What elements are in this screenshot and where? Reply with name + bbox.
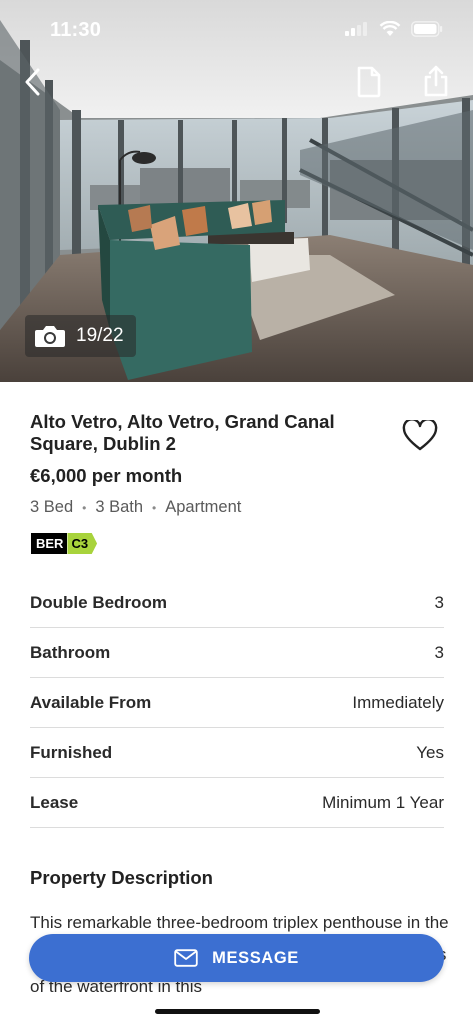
document-icon <box>357 66 381 98</box>
detail-row-available-from: Available From Immediately <box>30 678 444 728</box>
baths-count: 3 Bath <box>95 498 144 516</box>
detail-value: Immediately <box>352 692 444 712</box>
message-button-label: MESSAGE <box>212 948 299 967</box>
ber-rating: C3 <box>67 533 98 554</box>
envelope-icon <box>174 949 198 967</box>
details-table: Double Bedroom 3 Bathroom 3 Available Fr… <box>30 578 444 828</box>
status-time: 11:30 <box>50 19 102 41</box>
detail-value: 3 <box>434 592 444 612</box>
camera-icon <box>35 326 65 347</box>
favorite-button[interactable] <box>400 418 440 454</box>
listing-price: €6,000 per month <box>30 465 183 486</box>
detail-value: Minimum 1 Year <box>322 792 444 812</box>
detail-row-furnished: Furnished Yes <box>30 728 444 778</box>
ber-badge: BER C3 <box>31 533 98 554</box>
status-bar: 11:30 <box>0 0 473 60</box>
hero-photo[interactable]: 11:30 19/22 <box>0 0 473 382</box>
back-arrow-icon <box>25 68 40 96</box>
detail-label: Furnished <box>30 742 113 762</box>
share-icon <box>424 65 448 97</box>
meta-separator: • <box>152 500 157 515</box>
heart-outline-icon <box>402 420 438 451</box>
beds-count: 3 Bed <box>30 498 74 516</box>
detail-label: Double Bedroom <box>30 592 167 612</box>
status-icons <box>345 21 443 37</box>
detail-value: 3 <box>434 642 444 662</box>
detail-row-double-bedroom: Double Bedroom 3 <box>30 578 444 628</box>
detail-row-bathroom: Bathroom 3 <box>30 628 444 678</box>
photo-counter[interactable]: 19/22 <box>25 315 136 357</box>
cellular-signal-icon <box>345 22 367 36</box>
meta-separator: • <box>82 500 87 515</box>
message-button[interactable]: MESSAGE <box>29 934 444 982</box>
description-heading: Property Description <box>30 867 213 888</box>
listing-title: Alto Vetro, Alto Vetro, Grand Canal Squa… <box>30 411 335 454</box>
wifi-icon <box>379 21 401 36</box>
photo-counter-text: 19/22 <box>76 325 124 346</box>
brochure-button[interactable] <box>352 62 386 102</box>
home-indicator[interactable] <box>155 1009 320 1014</box>
detail-value: Yes <box>416 742 444 762</box>
battery-icon <box>411 21 443 37</box>
property-type: Apartment <box>165 498 242 516</box>
detail-label: Available From <box>30 692 152 712</box>
back-button[interactable] <box>14 62 50 102</box>
detail-label: Bathroom <box>30 642 111 662</box>
detail-label: Lease <box>30 792 79 812</box>
detail-row-lease: Lease Minimum 1 Year <box>30 778 444 828</box>
listing-meta: 3 Bed • 3 Bath • Apartment <box>30 498 241 517</box>
share-button[interactable] <box>418 60 454 102</box>
ber-label: BER <box>31 533 68 554</box>
